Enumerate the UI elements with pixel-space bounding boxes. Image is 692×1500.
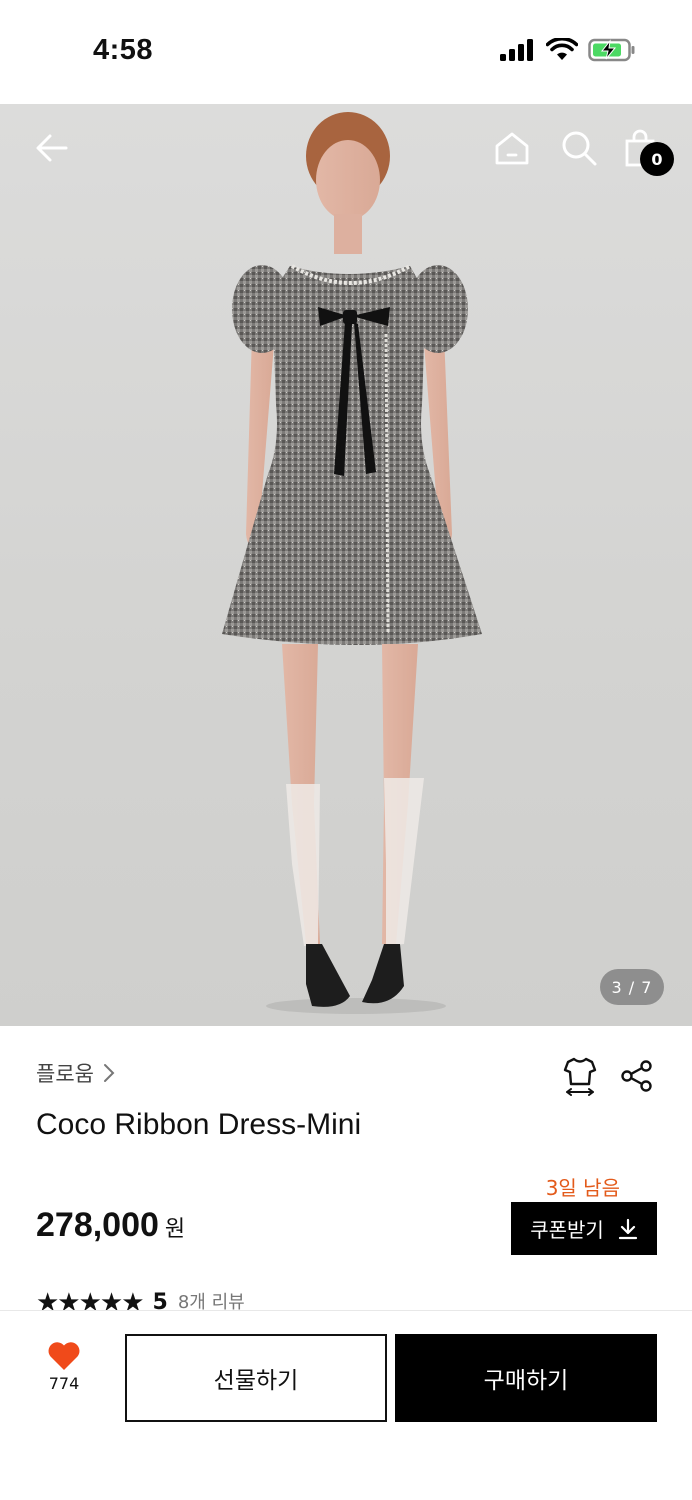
share-button[interactable]	[620, 1059, 654, 1097]
share-icon	[621, 1060, 652, 1092]
brand-name: 플로움	[36, 1062, 94, 1086]
size-guide-icon	[563, 1057, 597, 1096]
heart-icon	[48, 1342, 80, 1370]
rating-stars: ★★★★★	[36, 1290, 145, 1310]
price-row: 278,000 원	[36, 1206, 185, 1245]
like-button[interactable]: 774	[36, 1340, 92, 1416]
buy-button[interactable]: 구매하기	[395, 1334, 657, 1422]
coupon-remaining-days: 3일 남음	[545, 1176, 620, 1200]
product-image-gallery[interactable]: 3 / 7	[0, 104, 692, 1026]
brand-link[interactable]: 플로움	[36, 1058, 116, 1088]
size-guide-button[interactable]	[562, 1056, 598, 1100]
search-icon	[562, 131, 597, 166]
like-count: 774	[48, 1374, 80, 1393]
download-icon	[618, 1218, 637, 1239]
review-count: 8개 리뷰	[177, 1292, 245, 1310]
coupon-button-label: 쿠폰받기	[530, 1218, 604, 1242]
search-button[interactable]	[557, 126, 601, 170]
chevron-right-icon	[103, 1064, 115, 1082]
price-currency: 원	[164, 1217, 186, 1242]
battery-charging-icon	[588, 38, 635, 62]
home-icon	[495, 132, 529, 165]
gift-button[interactable]: 선물하기	[125, 1334, 387, 1422]
cart-count-badge: 0	[640, 142, 674, 176]
rating-row[interactable]: ★★★★★ 5 8개 리뷰	[36, 1290, 245, 1310]
status-icons	[500, 38, 636, 62]
home-button[interactable]	[490, 126, 534, 170]
product-photo	[222, 112, 482, 1014]
product-title: Coco Ribbon Dress-Mini	[36, 1108, 362, 1141]
back-button[interactable]	[30, 126, 74, 170]
rating-score: 5	[152, 1290, 168, 1310]
status-time: 4:58	[93, 34, 154, 66]
wifi-icon	[546, 38, 578, 60]
arrow-left-icon	[36, 134, 68, 162]
status-bar: 4:58	[0, 0, 692, 104]
image-counter: 3 / 7	[600, 969, 664, 1005]
product-price: 278,000	[36, 1206, 159, 1244]
get-coupon-button[interactable]: 쿠폰받기	[511, 1202, 657, 1255]
cellular-signal-icon	[500, 39, 533, 61]
product-actions	[562, 1056, 654, 1100]
